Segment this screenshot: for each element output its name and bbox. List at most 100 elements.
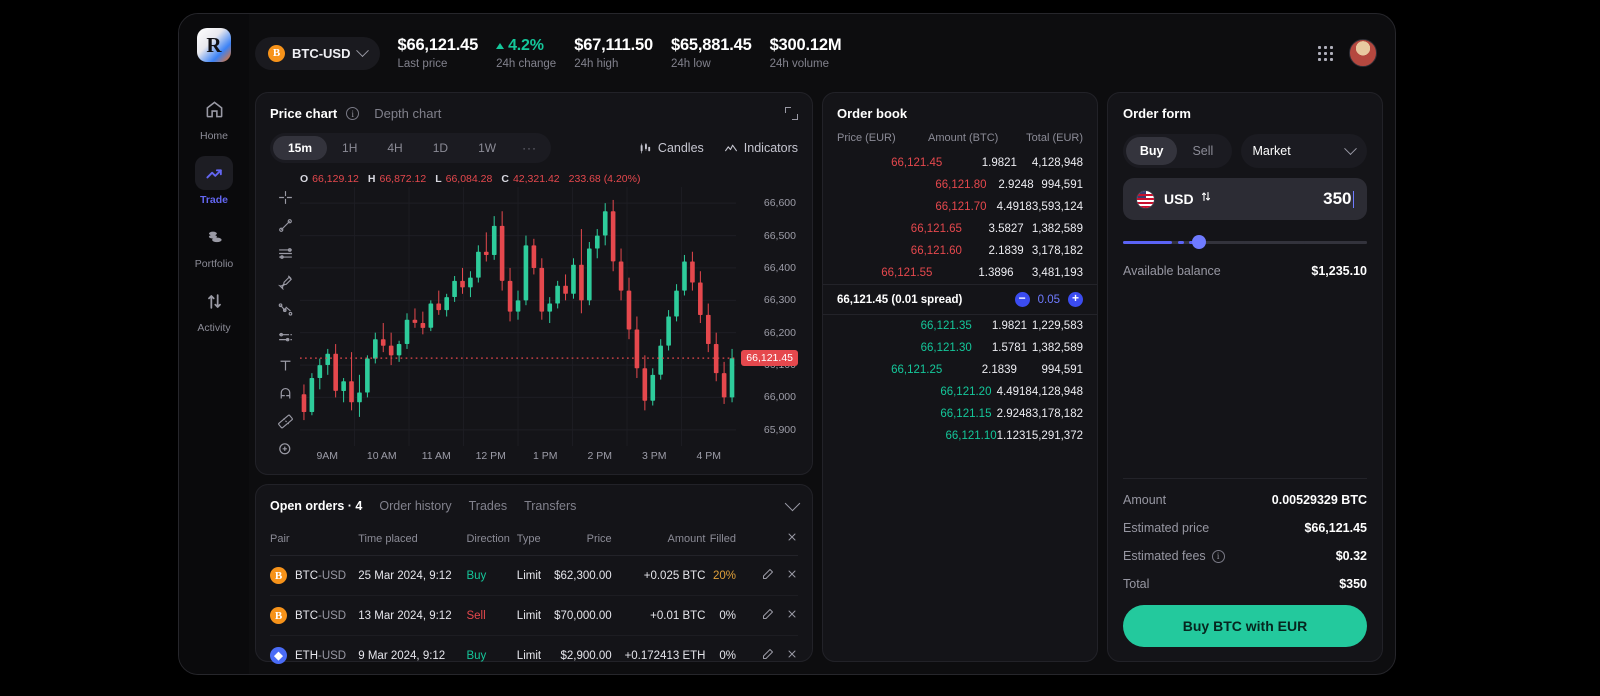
increase-button[interactable]: +	[1068, 292, 1083, 307]
ask-row[interactable]: 66,121.55 1.3896 3,481,193	[823, 262, 1097, 284]
brush-icon[interactable]	[277, 273, 294, 290]
indicators-button[interactable]: Indicators	[724, 141, 798, 155]
sidebar-item-activity[interactable]: Activity	[186, 284, 242, 334]
summary-row-estimated-price: Estimated price $66,121.45	[1123, 521, 1367, 535]
trend-line-icon[interactable]	[277, 217, 294, 234]
order-book-rows: 66,121.45 1.9821 4,128,948 66,121.80 2.9248 9…	[823, 152, 1097, 653]
bid-row[interactable]: 66,121.20 4.4918 4,128,948	[823, 381, 1097, 403]
coins-icon	[195, 220, 233, 254]
sidebar-item-home[interactable]: Home	[186, 92, 242, 142]
price: 66,121.60	[910, 245, 962, 257]
timeframe-1h[interactable]: 1H	[327, 136, 372, 160]
topbar: B BTC-USD $66,121.45 Last price 4.2% 24h…	[249, 14, 1395, 92]
balance-label: Available balance	[1123, 264, 1221, 278]
cell-direction: Sell	[466, 595, 517, 636]
y-axis-tick: 66,500	[763, 229, 796, 242]
path-settings-icon[interactable]	[277, 329, 294, 346]
slider-knob[interactable]	[1191, 235, 1206, 249]
table-row[interactable]: B BTC-USD 13 Mar 2024, 9:12 Sell Limit $70,00…	[270, 595, 798, 636]
ask-row[interactable]: 66,121.65 3.5827 1,382,589	[823, 218, 1097, 240]
candles-button[interactable]: Candles	[638, 141, 704, 155]
pair-selector[interactable]: B BTC-USD	[255, 36, 380, 70]
ask-row[interactable]: 66,121.45 1.9821 4,128,948	[823, 152, 1097, 174]
cell-time: 25 Mar 2024, 9:12	[358, 555, 467, 596]
amount-input[interactable]: 350	[1323, 189, 1351, 209]
edit-icon[interactable]	[762, 568, 774, 580]
ask-row[interactable]: 66,121.70 4.4918 3,593,124	[823, 196, 1097, 218]
table-row[interactable]: ◆ ETH-USD 9 Mar 2024, 9:12 Buy Limit $2,900.0…	[270, 636, 798, 675]
sidebar-item-trade[interactable]: Trade	[186, 156, 242, 206]
currency-label: USD	[1164, 191, 1194, 207]
ruler-icon[interactable]	[277, 413, 294, 430]
timeframe-1w[interactable]: 1W	[463, 136, 511, 160]
candlestick-plot	[300, 187, 736, 446]
text-icon[interactable]	[277, 357, 294, 374]
x-axis-tick: 1 PM	[532, 450, 558, 462]
order-type-select[interactable]: Market	[1240, 134, 1367, 168]
bid-row[interactable]: 66,121.25 2.1839 994,591	[823, 359, 1097, 381]
amount-slider[interactable]	[1123, 235, 1367, 249]
total: 994,591	[1041, 179, 1083, 191]
edit-icon[interactable]	[762, 648, 774, 660]
total: 3,593,124	[1031, 201, 1083, 213]
bid-row[interactable]: 66,121.35 1.9821 1,229,583	[823, 315, 1097, 337]
x-axis-tick: 2 PM	[587, 450, 613, 462]
timeframe-1d[interactable]: 1D	[418, 136, 463, 160]
ohlc-low-key: L	[435, 173, 442, 185]
stat-value: 4.2%	[508, 36, 544, 54]
magnet-icon[interactable]	[277, 385, 294, 402]
amount-value-wrap: 350	[1323, 189, 1354, 209]
tab-trades[interactable]: Trades	[469, 499, 507, 513]
apps-grid-icon[interactable]	[1318, 45, 1333, 61]
crosshair-icon[interactable]	[277, 189, 294, 206]
timeframe-15m[interactable]: 15m	[273, 136, 328, 160]
expand-icon[interactable]	[785, 107, 798, 120]
chevron-down-icon[interactable]	[784, 495, 801, 512]
info-icon[interactable]: i	[346, 107, 360, 120]
sell-tab[interactable]: Sell	[1177, 137, 1228, 165]
tab-open-orders[interactable]: Open orders · 4	[270, 499, 362, 513]
info-icon[interactable]: i	[1211, 549, 1225, 563]
amount-input-box[interactable]: USD 350	[1123, 178, 1367, 220]
buy-tab[interactable]: Buy	[1126, 137, 1178, 165]
summary-row-estimated-fees: Estimated fees i $0.32	[1123, 549, 1367, 563]
slider-fill-dash	[1177, 241, 1184, 244]
close-icon[interactable]	[786, 608, 798, 620]
horizontal-lines-icon[interactable]	[277, 245, 294, 262]
summary-row-amount: Amount 0.00529329 BTC	[1123, 493, 1367, 507]
zoom-icon[interactable]	[277, 441, 294, 458]
submit-order-button[interactable]: Buy BTC with EUR	[1123, 605, 1367, 647]
table-row[interactable]: B BTC-USD 25 Mar 2024, 9:12 Buy Limit $62,300…	[270, 555, 798, 596]
cell-filled: 0%	[705, 595, 736, 636]
sidebar-item-label: Portfolio	[194, 258, 234, 270]
x-axis-tick: 10 AM	[366, 450, 397, 462]
bid-row[interactable]: 66,121.30 1.5781 1,382,589	[823, 337, 1097, 359]
edit-icon[interactable]	[762, 608, 774, 620]
timeframe-more[interactable]: ···	[511, 136, 548, 160]
close-icon[interactable]	[786, 648, 798, 660]
tab-transfers[interactable]: Transfers	[524, 499, 576, 513]
stat-24h-high: $67,111.50 24h high	[574, 36, 653, 70]
ohlc-close-key: C	[501, 173, 509, 185]
tab-order-history[interactable]: Order history	[379, 499, 451, 513]
timeframe-4h[interactable]: 4H	[372, 136, 417, 160]
x-axis-tick: 12 PM	[475, 450, 506, 462]
col-amount: Amount	[611, 524, 706, 556]
tab-depth-chart[interactable]: Depth chart	[374, 106, 441, 121]
avatar[interactable]	[1349, 39, 1377, 67]
chart-type-controls: Candles Indicators	[638, 141, 798, 155]
chart-plot-area[interactable]: 65,90066,00066,10066,20066,30066,40066,5…	[300, 187, 798, 468]
pitchfork-icon[interactable]	[277, 301, 294, 318]
stat-24h-volume: $300.12M 24h volume	[770, 36, 842, 70]
total: 1,382,589	[1031, 223, 1083, 235]
swap-currency-icon[interactable]	[1200, 190, 1212, 208]
bid-row[interactable]: 66,121.15 2.9248 3,178,182	[823, 403, 1097, 425]
order-book-title: Order book	[837, 106, 908, 121]
bid-row[interactable]: 66,121.10 1.1231 5,291,372	[823, 425, 1097, 447]
sidebar-item-portfolio[interactable]: Portfolio	[186, 220, 242, 270]
ask-row[interactable]: 66,121.60 2.1839 3,178,182	[823, 240, 1097, 262]
ask-row[interactable]: 66,121.80 2.9248 994,591	[823, 174, 1097, 196]
decrease-button[interactable]: −	[1014, 292, 1030, 307]
cancel-all-header[interactable]	[736, 524, 798, 556]
close-icon[interactable]	[786, 568, 798, 580]
